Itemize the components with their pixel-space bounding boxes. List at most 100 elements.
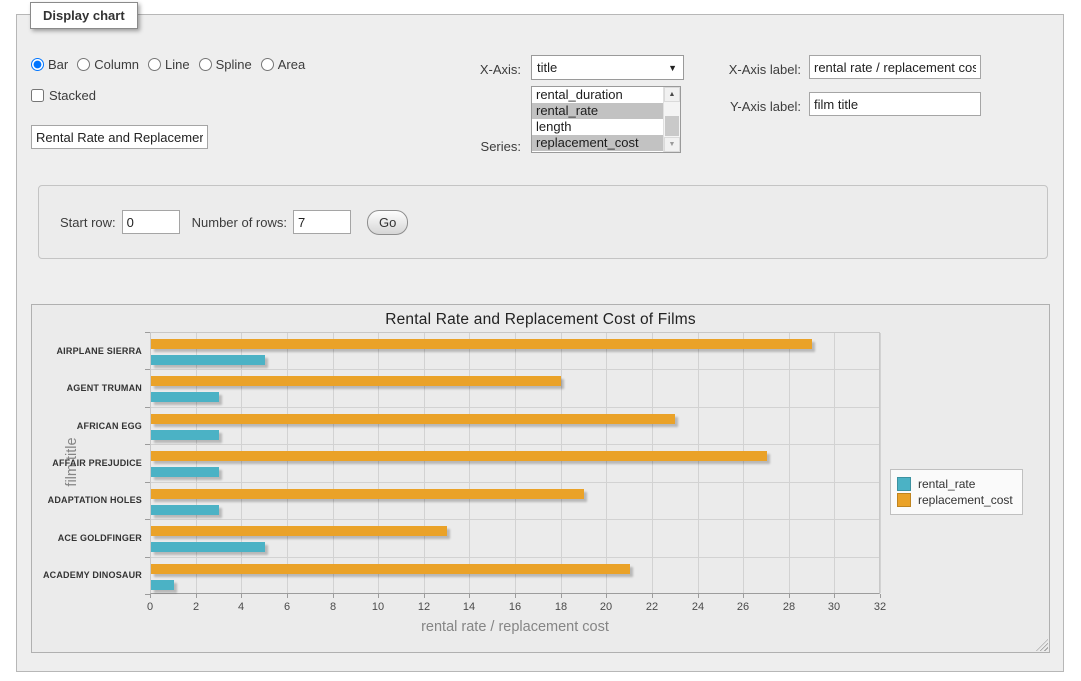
- series-select-label: Series:: [431, 139, 521, 154]
- gridline: [378, 333, 379, 593]
- series-listbox[interactable]: rental_durationrental_ratelengthreplacem…: [531, 86, 681, 153]
- gridline: [151, 519, 879, 520]
- row-range-controls: Start row: Number of rows: Go: [38, 185, 1048, 259]
- x-tick-mark: [834, 594, 835, 598]
- y-tick-label: AGENT TRUMAN: [32, 383, 142, 393]
- x-tick-label: 4: [221, 601, 261, 613]
- x-tick-label: 20: [586, 601, 626, 613]
- bar-replacement_cost: [151, 564, 630, 574]
- stacked-checkbox[interactable]: [31, 89, 44, 102]
- x-tick-mark: [515, 594, 516, 598]
- chart-title-input[interactable]: [31, 125, 208, 149]
- chart-type-option-bar[interactable]: Bar: [31, 57, 68, 72]
- go-button[interactable]: Go: [367, 210, 408, 235]
- start-row-input[interactable]: [122, 210, 180, 234]
- chart-type-option-area[interactable]: Area: [261, 57, 305, 72]
- gridline: [151, 444, 879, 445]
- legend-item-replacement_cost: replacement_cost: [897, 493, 1013, 507]
- display-chart-panel: Display chart BarColumnLineSplineArea St…: [16, 14, 1064, 672]
- gridline: [652, 333, 653, 593]
- plot-area: [150, 332, 880, 594]
- gridline: [151, 557, 879, 558]
- x-tick-mark: [333, 594, 334, 598]
- x-tick-mark: [196, 594, 197, 598]
- gridline: [287, 333, 288, 593]
- x-tick-label: 12: [404, 601, 444, 613]
- x-axis-select-label: X-Axis:: [431, 62, 521, 77]
- x-tick-mark: [287, 594, 288, 598]
- resize-handle-icon[interactable]: [1036, 639, 1048, 651]
- gridline: [196, 333, 197, 593]
- chart-type-option-spline[interactable]: Spline: [199, 57, 252, 72]
- radio-area[interactable]: [261, 58, 274, 71]
- y-tick-mark: [145, 444, 150, 445]
- dropdown-arrow-icon: ▼: [668, 63, 677, 73]
- y-tick-mark: [145, 369, 150, 370]
- x-tick-mark: [743, 594, 744, 598]
- scrollbar-thumb[interactable]: [665, 116, 679, 136]
- x-tick-label: 2: [176, 601, 216, 613]
- x-tick-label: 10: [358, 601, 398, 613]
- x-tick-label: 16: [495, 601, 535, 613]
- panel-legend-tab: Display chart: [30, 2, 138, 29]
- x-tick-mark: [241, 594, 242, 598]
- legend-swatch-rental_rate: [897, 477, 911, 491]
- bar-rental_rate: [151, 505, 219, 515]
- legend-item-rental_rate: rental_rate: [897, 477, 1013, 491]
- y-axis-label-label: Y-Axis label:: [681, 99, 801, 114]
- gridline: [469, 333, 470, 593]
- x-axis-select[interactable]: title ▼: [531, 55, 684, 80]
- bar-replacement_cost: [151, 376, 561, 386]
- series-option-rental_duration[interactable]: rental_duration: [532, 87, 663, 103]
- chart-x-axis-label: rental rate / replacement cost: [150, 619, 880, 635]
- gridline: [561, 333, 562, 593]
- x-tick-label: 8: [313, 601, 353, 613]
- chart-type-option-column[interactable]: Column: [77, 57, 139, 72]
- num-rows-input[interactable]: [293, 210, 351, 234]
- radio-label: Bar: [48, 57, 68, 72]
- gridline: [606, 333, 607, 593]
- x-tick-mark: [789, 594, 790, 598]
- bar-replacement_cost: [151, 451, 767, 461]
- listbox-scrollbar[interactable]: ▲ ▼: [663, 87, 680, 152]
- y-tick-label: ADAPTATION HOLES: [32, 495, 142, 505]
- radio-spline[interactable]: [199, 58, 212, 71]
- bar-replacement_cost: [151, 414, 675, 424]
- gridline: [880, 333, 881, 593]
- stacked-label: Stacked: [49, 88, 96, 103]
- gridline: [333, 333, 334, 593]
- x-axis-label-input[interactable]: [809, 55, 981, 79]
- gridline: [151, 407, 879, 408]
- chart-container: Rental Rate and Replacement Cost of Film…: [31, 304, 1050, 653]
- start-row-label: Start row:: [60, 215, 116, 230]
- scroll-up-icon[interactable]: ▲: [664, 87, 680, 102]
- series-option-rental_rate[interactable]: rental_rate: [532, 103, 663, 119]
- radio-column[interactable]: [77, 58, 90, 71]
- chart-title: Rental Rate and Replacement Cost of Film…: [32, 311, 1049, 329]
- chart-type-option-line[interactable]: Line: [148, 57, 190, 72]
- x-tick-mark: [561, 594, 562, 598]
- y-tick-mark: [145, 407, 150, 408]
- legend-swatch-replacement_cost: [897, 493, 911, 507]
- bar-replacement_cost: [151, 339, 812, 349]
- x-tick-label: 18: [541, 601, 581, 613]
- gridline: [789, 333, 790, 593]
- scroll-down-icon[interactable]: ▼: [664, 137, 680, 152]
- x-tick-mark: [424, 594, 425, 598]
- x-tick-label: 6: [267, 601, 307, 613]
- x-tick-mark: [698, 594, 699, 598]
- x-tick-label: 0: [130, 601, 170, 613]
- y-tick-mark: [145, 332, 150, 333]
- radio-line[interactable]: [148, 58, 161, 71]
- y-axis-label-input[interactable]: [809, 92, 981, 116]
- num-rows-label: Number of rows:: [192, 215, 287, 230]
- gridline: [424, 333, 425, 593]
- chart-legend: rental_rate replacement_cost: [890, 469, 1023, 515]
- y-tick-label: AIRPLANE SIERRA: [32, 346, 142, 356]
- radio-bar[interactable]: [31, 58, 44, 71]
- series-option-length[interactable]: length: [532, 119, 663, 135]
- x-tick-mark: [652, 594, 653, 598]
- series-option-replacement_cost[interactable]: replacement_cost: [532, 135, 663, 151]
- bar-replacement_cost: [151, 489, 584, 499]
- gridline: [515, 333, 516, 593]
